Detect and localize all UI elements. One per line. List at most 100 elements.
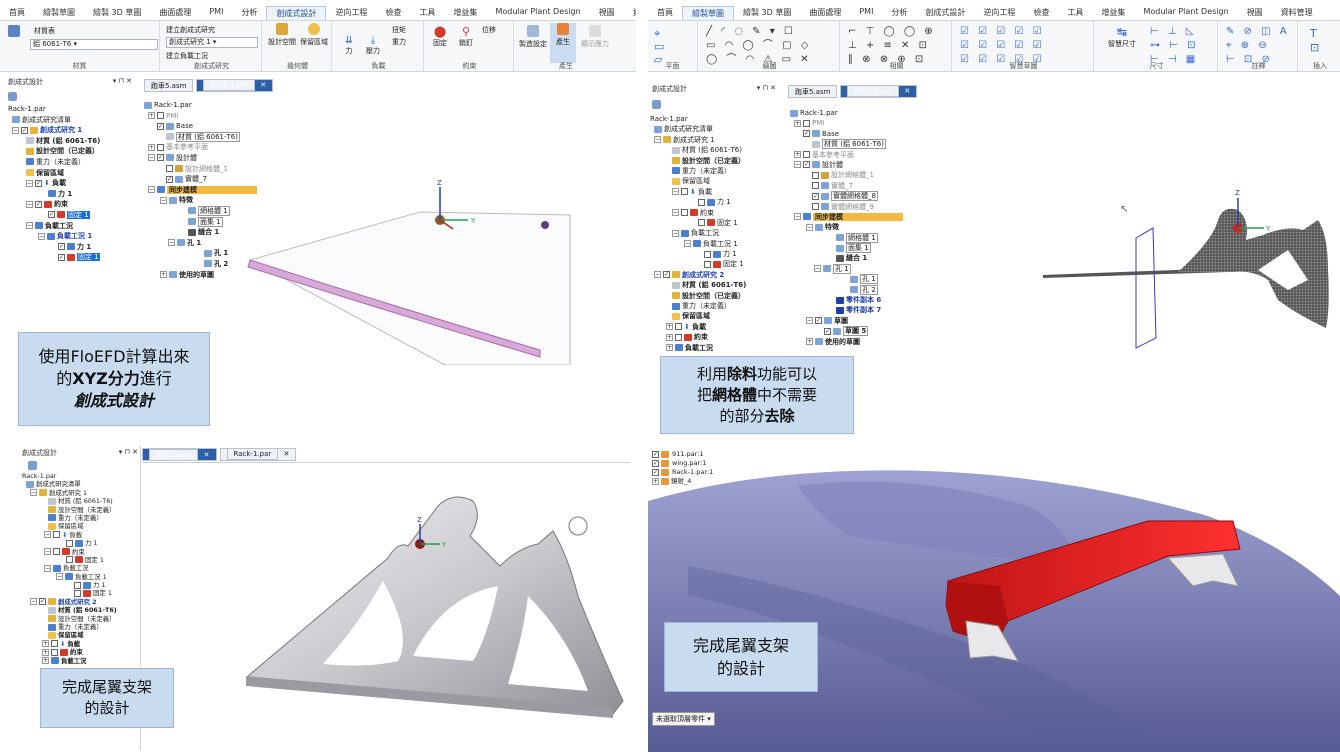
tree-item[interactable]: − 負載工況 1 [22, 573, 117, 581]
tree-item[interactable]: 設計網格體_1 [144, 164, 257, 175]
panel-toolbar-icon[interactable] [652, 100, 661, 109]
tree-item[interactable]: 保留區域 [650, 176, 746, 186]
doc-tab-part[interactable]: Rack-1.par ✕ [196, 79, 274, 92]
panel-toolbar-icon[interactable] [8, 92, 17, 101]
tree-item[interactable]: + 約束 [650, 332, 746, 342]
gravity-button[interactable]: 重力 [392, 37, 406, 47]
tree-item[interactable]: 固定 1 [650, 259, 746, 269]
panel-controls[interactable]: ▾ ⊓ ✕ [119, 448, 138, 456]
tab-check[interactable]: 檢查 [1024, 6, 1058, 20]
tab-tools[interactable]: 工具 [1058, 6, 1092, 20]
tree-item[interactable]: 力 1 [8, 189, 100, 200]
tree-item[interactable]: 創成式研究清單 [8, 115, 100, 126]
tree-item[interactable]: 力 1 [22, 539, 117, 547]
tree-item[interactable]: 材質 (鋁 6061-T6) [144, 131, 257, 143]
tree-item[interactable]: 縫合 1 [790, 253, 903, 263]
tree-item[interactable]: 實體_7 [790, 181, 903, 191]
tree-item[interactable]: 保留區域 [8, 168, 100, 179]
tree-item[interactable]: + 約束 [22, 648, 117, 656]
doc-tab-assembly[interactable]: 跑車5.asm [144, 79, 194, 92]
tab-3d-sketch[interactable]: 繪製 3D 草圖 [84, 6, 150, 20]
tree-item[interactable]: − 約束 [22, 548, 117, 556]
tree-item[interactable]: + 負載工況 [650, 343, 746, 353]
material-select[interactable]: 鋁 6061-T6 ▾ [30, 39, 158, 50]
graphics-window[interactable] [648, 446, 1340, 752]
tab-addins[interactable]: 增益集 [1092, 6, 1134, 20]
tree-item[interactable]: − ⬇ 負載 [650, 187, 746, 197]
tree-item[interactable]: 設計空間（已定義） [8, 146, 100, 157]
tree-item[interactable]: 重力（未定義） [8, 157, 100, 168]
tree-item[interactable]: + PMI [790, 118, 903, 128]
tab-modular-plant[interactable]: Modular Plant Design [1134, 6, 1237, 20]
panel-controls[interactable]: ▾ ⊓ ✕ [113, 77, 132, 85]
tree-item[interactable]: 設計空間（未定義） [22, 506, 117, 514]
tree-item[interactable]: − ⬇ 負載 [22, 531, 117, 539]
tree-item[interactable]: 保留區域 [22, 631, 117, 639]
tree-item[interactable]: − 負載工況 [22, 564, 117, 572]
tab-view[interactable]: 視圖 [590, 6, 624, 20]
tree-item[interactable]: ✓ 力 1 [8, 242, 100, 253]
tree-item[interactable]: − 負載工況 [8, 221, 100, 232]
tree-item[interactable]: + ⬇ 負載 [650, 322, 746, 332]
tab-data-management[interactable]: 資料管理 [1272, 6, 1322, 20]
tree-item[interactable]: + PMI [144, 111, 257, 122]
tree-item[interactable]: 材質 (鋁 6061-T6) [650, 280, 746, 290]
tab-addins[interactable]: 增益集 [444, 6, 486, 20]
tree-item[interactable]: − 創成式研究 1 [22, 489, 117, 497]
tree-item[interactable]: + 使用的草圖 [790, 337, 903, 347]
force-button[interactable]: ⇊ 力 [338, 35, 360, 56]
tree-item[interactable]: + 基本參考平面 [144, 142, 257, 153]
tree-item[interactable]: ✓ 固定 1 [8, 252, 100, 263]
preserved-region-button[interactable]: 保留區域 [298, 23, 330, 47]
torque-button[interactable]: 扭矩 [392, 25, 406, 35]
tree-item[interactable]: Rack-1.par [650, 114, 746, 124]
panel-toolbar-icon[interactable] [28, 461, 37, 470]
tree-item[interactable]: − 負載工況 1 [650, 239, 746, 249]
tab-reverse-engineering[interactable]: 逆向工程 [974, 6, 1024, 20]
tree-item[interactable]: 材質 (鋁 6061-T6) [790, 139, 903, 150]
tree-item[interactable]: 零件副本 7 [790, 305, 903, 315]
tab-inspect[interactable]: 分析 [882, 6, 916, 20]
tree-item[interactable]: ✓ 911.par:1 [652, 450, 714, 459]
panel-controls[interactable]: ▾ ⊓ ✕ [757, 84, 776, 92]
status-select[interactable]: 未選取頂層零件 ▾ [652, 712, 715, 726]
tree-item[interactable]: ✓ wing.par:1 [652, 459, 714, 468]
tab-pmi[interactable]: PMI [200, 6, 232, 20]
tree-item[interactable]: − ✓ 創成式研究 1 [8, 125, 100, 136]
tree-item[interactable]: 孔 1 [790, 274, 903, 285]
tree-item[interactable]: 力 1 [650, 249, 746, 259]
tree-item[interactable]: 創成式研究清單 [22, 480, 117, 488]
tree-item[interactable]: Rack-1.par [144, 100, 257, 111]
pressure-button[interactable]: ⤓ 壓力 [362, 35, 384, 56]
tree-item[interactable]: 設計網格體_1 [790, 170, 903, 180]
tree-item[interactable]: ✓ Base [144, 121, 257, 132]
graphics-window[interactable]: Z Y [240, 175, 580, 365]
tree-item[interactable]: 固定 1 [22, 589, 117, 597]
tree-item[interactable]: ✓ Rack-1.par:1 [652, 468, 715, 477]
tab-home[interactable]: 首頁 [0, 6, 34, 20]
tab-inspect[interactable]: 分析 [232, 6, 266, 20]
tab-sketch[interactable]: 繪製草圖 [682, 6, 734, 20]
tree-item[interactable]: − ✓ 設計體 [790, 160, 903, 170]
tree-item[interactable]: − ✓ 約束 [8, 199, 100, 210]
tree-item[interactable]: Rack-1.par [790, 108, 903, 118]
tree-item[interactable]: + 鏡射_4 [652, 477, 714, 486]
tree-item[interactable]: 孔 2 [790, 284, 903, 295]
tree-item[interactable]: Rack-1.par [8, 104, 100, 115]
tree-item[interactable]: + 基本參考平面 [790, 150, 903, 160]
insert-tools-icon[interactable]: T ⊡ [1310, 27, 1319, 55]
tree-item[interactable]: − ✓ 創成式研究 2 [22, 598, 117, 606]
tab-data-management[interactable]: 資料管理 [624, 6, 636, 20]
tree-item[interactable]: ✓ 草圖 5 [790, 326, 903, 337]
tree-item[interactable]: − 創成式研究 1 [650, 135, 746, 145]
tree-item[interactable]: ✓ 實體網格體_8 [790, 191, 903, 202]
doc-tab-assembly[interactable]: 跑車5.asm [788, 85, 838, 98]
create-study-button[interactable]: 建立創成式研究 [166, 25, 215, 35]
tree-item[interactable]: + 負載工況 [22, 657, 117, 665]
tree-item[interactable]: ✓ 固定 1 [8, 210, 100, 221]
tree-item[interactable]: − 約束 [650, 208, 746, 218]
tree-item[interactable]: 設計空間（已定義） [650, 291, 746, 301]
tree-item[interactable]: − ✓ ⬇ 負載 [8, 178, 100, 189]
tree-item[interactable]: + ⬇ 負載 [22, 640, 117, 648]
tab-view[interactable]: 視圖 [1238, 6, 1272, 20]
